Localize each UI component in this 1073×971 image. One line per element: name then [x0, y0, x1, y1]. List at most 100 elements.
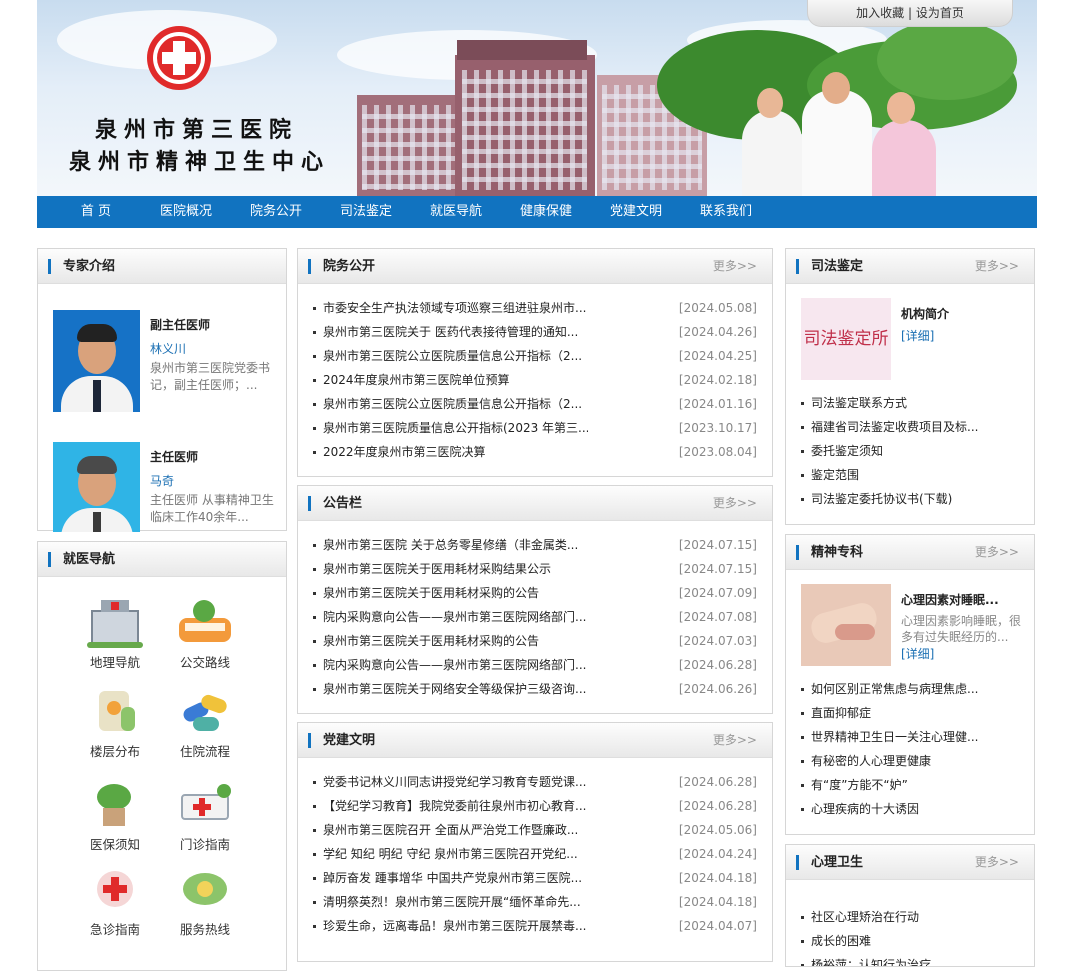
list-item[interactable]: 院内采购意向公告——泉州市第三医院网络部门... [2024.07.08]	[313, 605, 757, 629]
news-title[interactable]: 泉州市第三医院关于医用耗材采购的公告	[323, 581, 588, 605]
news-title[interactable]: 踔厉奋发 踵事增华 中国共产党泉州市第三医院...	[323, 866, 588, 890]
feature-title[interactable]: 机构简介	[901, 305, 949, 322]
list-item[interactable]: 泉州市第三医院关于医用耗材采购的公告 [2024.07.03]	[313, 629, 757, 653]
list-item[interactable]: 成长的困难	[801, 929, 1011, 953]
list-item[interactable]: 泉州市第三医院公立医院质量信息公开指标（2... [2024.04.25]	[313, 344, 757, 368]
news-date: [2024.07.15]	[678, 562, 757, 576]
news-title[interactable]: 泉州市第三医院公立医院质量信息公开指标（2...	[323, 344, 588, 368]
guide-outpatient[interactable]: 门诊指南	[165, 780, 245, 853]
nav-guide[interactable]: 就医导航	[411, 196, 501, 228]
detail-link[interactable]: [详细]	[901, 327, 934, 344]
news-title[interactable]: 院内采购意向公告——泉州市第三医院网络部门...	[323, 605, 588, 629]
more-link[interactable]: 更多>>	[713, 486, 757, 521]
news-date: [2023.08.04]	[678, 445, 757, 459]
nav-contact[interactable]: 联系我们	[681, 196, 771, 228]
news-title[interactable]: 市委安全生产执法领域专项巡察三组进驻泉州市...	[323, 296, 588, 320]
news-title[interactable]: 泉州市第三医院公立医院质量信息公开指标（2...	[323, 392, 588, 416]
main-nav: 首 页 医院概况 院务公开 司法鉴定 就医导航 健康保健 党建文明 联系我们	[37, 196, 1037, 228]
list-item[interactable]: 杨裕萍：认知行为治疗...	[801, 953, 1011, 966]
psych-panel: 精神专科 更多>> 心理因素对睡眠... 心理因素影响睡眠，很多有过失眠经历的.…	[785, 534, 1035, 835]
news-title[interactable]: 泉州市第三医院 关于总务零星修缮（非金属类...	[323, 533, 588, 557]
add-favorite-link[interactable]: 加入收藏	[856, 6, 904, 20]
list-item[interactable]: 司法鉴定联系方式	[801, 391, 1011, 415]
guide-hotline[interactable]: 服务热线	[165, 865, 245, 938]
news-title[interactable]: 2024年度泉州市第三医院单位预算	[323, 368, 588, 392]
list-item[interactable]: 泉州市第三医院关于 医药代表接待管理的通知... [2024.04.26]	[313, 320, 757, 344]
list-item[interactable]: 2024年度泉州市第三医院单位预算 [2024.02.18]	[313, 368, 757, 392]
list-item[interactable]: 如何区别正常焦虑与病理焦虑...	[801, 677, 1011, 701]
list-item[interactable]: 世界精神卫生日一关注心理健...	[801, 725, 1011, 749]
expert-role: 副主任医师	[150, 318, 211, 332]
list-item[interactable]: 泉州市第三医院召开 全面从严治党工作暨廉政... [2024.05.06]	[313, 818, 757, 842]
list-item[interactable]: 有秘密的人心理更健康	[801, 749, 1011, 773]
more-link[interactable]: 更多>>	[713, 249, 757, 284]
psych-thumbnail[interactable]	[801, 584, 891, 666]
list-item[interactable]: 市委安全生产执法领域专项巡察三组进驻泉州市... [2024.05.08]	[313, 296, 757, 320]
separator: |	[907, 6, 913, 20]
list-item[interactable]: 福建省司法鉴定收费项目及标...	[801, 415, 1011, 439]
feature-title[interactable]: 心理因素对睡眠...	[901, 591, 999, 608]
list-item[interactable]: 委托鉴定须知	[801, 439, 1011, 463]
news-title[interactable]: 泉州市第三医院关于医用耗材采购的公告	[323, 629, 588, 653]
list-item[interactable]: 2022年度泉州市第三医院决算 [2023.08.04]	[313, 440, 757, 464]
news-title[interactable]: 院内采购意向公告——泉州市第三医院网络部门...	[323, 653, 588, 677]
news-title[interactable]: 党委书记林义川同志讲授党纪学习教育专题党课...	[323, 770, 588, 794]
news-title[interactable]: 泉州市第三医院关于网络安全等级保护三级咨询...	[323, 677, 588, 701]
news-title[interactable]: 清明祭英烈！泉州市第三医院开展“缅怀革命先...	[323, 890, 588, 914]
list-item[interactable]: 清明祭英烈！泉州市第三医院开展“缅怀革命先... [2024.04.18]	[313, 890, 757, 914]
nav-forensic[interactable]: 司法鉴定	[321, 196, 411, 228]
nav-health[interactable]: 健康保健	[501, 196, 591, 228]
list-item[interactable]: 泉州市第三医院 关于总务零星修缮（非金属类... [2024.07.15]	[313, 533, 757, 557]
nav-overview[interactable]: 医院概况	[141, 196, 231, 228]
expert-name[interactable]: 马奇	[150, 472, 174, 489]
more-link[interactable]: 更多>>	[975, 535, 1019, 570]
expert-card[interactable]: 主任医师 马奇 主任医师 从事精神卫生临床工作40余年...	[53, 442, 293, 532]
list-item[interactable]: 院内采购意向公告——泉州市第三医院网络部门... [2024.06.28]	[313, 653, 757, 677]
news-title[interactable]: 2022年度泉州市第三医院决算	[323, 440, 588, 464]
news-title[interactable]: 泉州市第三医院关于医用耗材采购结果公示	[323, 557, 588, 581]
guide-inpatient[interactable]: 住院流程	[165, 687, 245, 760]
list-item[interactable]: 珍爱生命，远离毒品！泉州市第三医院开展禁毒... [2024.04.07]	[313, 914, 757, 938]
list-item[interactable]: 泉州市第三医院质量信息公开指标(2023 年第三... [2023.10.17]	[313, 416, 757, 440]
guide-bus[interactable]: 公交路线	[165, 598, 245, 671]
list-item[interactable]: 泉州市第三医院关于医用耗材采购的公告 [2024.07.09]	[313, 581, 757, 605]
guide-floor[interactable]: 楼层分布	[75, 687, 155, 760]
guide-insurance[interactable]: 医保须知	[75, 780, 155, 853]
nav-home[interactable]: 首 页	[51, 196, 141, 228]
news-title[interactable]: 【党纪学习教育】我院党委前往泉州市初心教育...	[323, 794, 588, 818]
more-link[interactable]: 更多>>	[975, 249, 1019, 284]
guide-map[interactable]: 地理导航	[75, 598, 155, 671]
list-item[interactable]: 泉州市第三医院公立医院质量信息公开指标（2... [2024.01.16]	[313, 392, 757, 416]
mental-list: 社区心理矫治在行动 成长的困难 杨裕萍：认知行为治疗...	[801, 905, 1011, 966]
news-title[interactable]: 泉州市第三医院关于 医药代表接待管理的通知...	[323, 320, 588, 344]
detail-link[interactable]: [详细]	[901, 645, 934, 662]
emergency-icon	[83, 865, 147, 915]
list-item[interactable]: 有“度”方能不“妒”	[801, 773, 1011, 797]
floor-icon	[83, 687, 147, 737]
list-item[interactable]: 【党纪学习教育】我院党委前往泉州市初心教育... [2024.06.28]	[313, 794, 757, 818]
list-item[interactable]: 学纪 知纪 明纪 守纪 泉州市第三医院召开党纪... [2024.04.24]	[313, 842, 757, 866]
list-item[interactable]: 党委书记林义川同志讲授党纪学习教育专题党课... [2024.06.28]	[313, 770, 757, 794]
more-link[interactable]: 更多>>	[713, 723, 757, 758]
expert-name[interactable]: 林义川	[150, 340, 186, 357]
more-link[interactable]: 更多>>	[975, 845, 1019, 880]
nav-party[interactable]: 党建文明	[591, 196, 681, 228]
list-item[interactable]: 心理疾病的十大诱因	[801, 797, 1011, 821]
guide-emergency[interactable]: 急诊指南	[75, 865, 155, 938]
news-title[interactable]: 珍爱生命，远离毒品！泉州市第三医院开展禁毒...	[323, 914, 588, 938]
list-item[interactable]: 泉州市第三医院关于医用耗材采购结果公示 [2024.07.15]	[313, 557, 757, 581]
news-title[interactable]: 泉州市第三医院质量信息公开指标(2023 年第三...	[323, 416, 588, 440]
news-title[interactable]: 泉州市第三医院召开 全面从严治党工作暨廉政...	[323, 818, 588, 842]
list-item[interactable]: 鉴定范围	[801, 463, 1011, 487]
list-item[interactable]: 泉州市第三医院关于网络安全等级保护三级咨询... [2024.06.26]	[313, 677, 757, 701]
list-item[interactable]: 直面抑郁症	[801, 701, 1011, 725]
forensic-thumbnail[interactable]: 司法鉴定所	[801, 298, 891, 380]
nav-affairs[interactable]: 院务公开	[231, 196, 321, 228]
list-item[interactable]: 社区心理矫治在行动	[801, 905, 1011, 929]
list-item[interactable]: 司法鉴定委托协议书(下载)	[801, 487, 1011, 511]
news-title[interactable]: 学纪 知纪 明纪 守纪 泉州市第三医院召开党纪...	[323, 842, 588, 866]
set-homepage-link[interactable]: 设为首页	[916, 6, 964, 20]
list-item[interactable]: 踔厉奋发 踵事增华 中国共产党泉州市第三医院... [2024.04.18]	[313, 866, 757, 890]
expert-card[interactable]: 副主任医师 林义川 泉州市第三医院党委书记，副主任医师；...	[53, 310, 293, 414]
news-date: [2024.02.18]	[678, 373, 757, 387]
